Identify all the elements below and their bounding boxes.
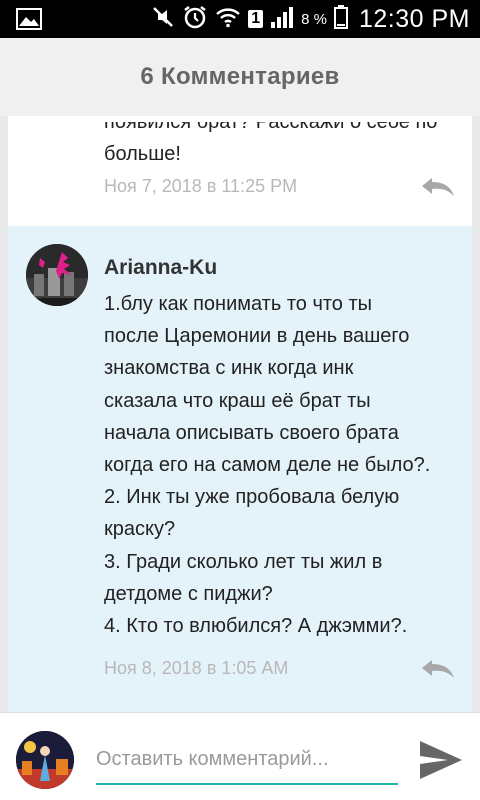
comment-text: появился брат? Расскажи о себе по больше… — [104, 116, 464, 170]
comment-input[interactable] — [96, 735, 398, 785]
clock: 12:30 PM — [358, 4, 470, 33]
comment-author[interactable]: Arianna-Ku — [104, 256, 217, 280]
comment-line: знакомства с инк когда инк — [104, 357, 354, 380]
comment-line: когда его на самом деле не было?. — [104, 454, 431, 477]
scroll-clip — [8, 116, 472, 122]
comment-line: начала описывать своего брата — [104, 421, 399, 444]
page-title: 6 Комментариев — [140, 63, 340, 90]
battery-icon — [333, 4, 348, 34]
comment-card: появился брат? Расскажи о себе по больше… — [8, 116, 472, 226]
battery-percent: 8 % — [301, 10, 327, 28]
gallery-icon — [16, 8, 42, 35]
comment-card: Arianna-Ku 1.блу как понимать то что ты … — [8, 226, 472, 712]
reply-icon[interactable] — [420, 658, 456, 680]
page-header: 6 Комментариев — [0, 38, 480, 116]
comment-line: 1.блу как понимать то что ты — [104, 293, 373, 315]
comment-line: 4. Кто то влюбился? А джэмми?. — [104, 615, 408, 638]
comment-date: Ноя 7, 2018 в 11:25 PM — [104, 176, 298, 196]
avatar[interactable] — [26, 244, 88, 306]
comment-line: 2. Инк ты уже пробовала белую — [104, 486, 400, 509]
comment-date: Ноя 8, 2018 в 1:05 AM — [104, 658, 289, 678]
mute-icon — [151, 5, 175, 34]
comment-composer — [0, 712, 480, 800]
status-bar: 1 8 % 12:30 PM — [0, 0, 480, 38]
comment-line: больше! — [104, 143, 181, 165]
alarm-icon — [182, 4, 208, 35]
comment-line: сказала что краш её брат ты — [104, 389, 371, 412]
reply-icon[interactable] — [420, 176, 456, 198]
comment-line: детдоме с пиджи? — [104, 582, 273, 605]
my-avatar — [16, 731, 74, 789]
comment-text: 1.блу как понимать то что ты после Царем… — [104, 288, 464, 642]
comment-line: краску? — [104, 518, 176, 541]
wifi-icon — [215, 6, 241, 33]
comment-line: после Царемонии в день вашего — [104, 325, 410, 348]
send-icon[interactable] — [418, 739, 464, 781]
signal-icon — [270, 6, 294, 33]
sim-icon: 1 — [248, 10, 264, 28]
comment-line: 3. Гради сколько лет ты жил в — [104, 550, 383, 573]
